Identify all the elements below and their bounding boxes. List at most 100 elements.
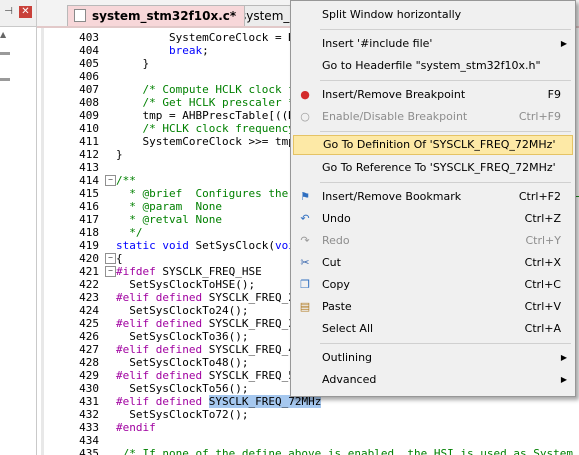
menu-item-label: Advanced <box>322 373 377 386</box>
menu-item-insert-remove-bookmark[interactable]: ⚑ Insert/Remove Bookmark Ctrl+F2 <box>293 186 573 208</box>
line-number: 427 <box>79 343 99 356</box>
fold-toggle-icon[interactable]: − <box>105 253 116 264</box>
left-panel-header: ⊣ ✕ <box>0 0 36 27</box>
code-line[interactable]: 435 /* If none of the define above is en… <box>37 447 577 455</box>
code-token: void <box>162 239 189 252</box>
menu-item-outlining[interactable]: Outlining ▶ <box>293 347 573 369</box>
code-text: SystemCoreClock >>= tmp; <box>116 135 301 148</box>
menu-item-advanced[interactable]: Advanced ▶ <box>293 369 573 391</box>
menu-item-go-to-definition-of-sysclk-freq-72mhz[interactable]: Go To Definition Of 'SYSCLK_FREQ_72MHz' <box>293 135 573 155</box>
code-token: SetSysClockTo24(); <box>116 304 249 317</box>
code-text: } <box>116 148 123 161</box>
code-token: defined <box>155 317 203 330</box>
code-token: #endif <box>116 421 156 434</box>
code-text: /* HCLK clock frequency */ <box>116 122 315 135</box>
line-number: 435 <box>79 447 99 455</box>
menu-item-label: Undo <box>322 212 351 225</box>
code-token: #elif <box>116 369 150 382</box>
paste-icon: ▤ <box>299 300 311 313</box>
menu-item-redo[interactable]: ↷ Redo Ctrl+Y <box>293 230 573 252</box>
menu-separator <box>320 80 571 81</box>
code-text: * @param None <box>116 200 222 213</box>
code-line[interactable]: 433 #endif <box>37 421 577 434</box>
line-number: 426 <box>79 330 99 343</box>
line-number: 414 <box>79 174 99 187</box>
menu-item-shortcut: F9 <box>547 88 561 101</box>
menu-item-go-to-headerfile-system-stm32f10x-h[interactable]: Go to Headerfile "system_stm32f10x.h" <box>293 55 573 77</box>
code-line[interactable]: 434 <box>37 434 577 447</box>
fold-toggle-icon[interactable]: − <box>105 266 116 277</box>
line-number: 424 <box>79 304 99 317</box>
code-token: /* HCLK clock frequency */ <box>116 122 315 135</box>
code-token: SetSysClockTo48(); <box>116 356 249 369</box>
tab-label: system_stm32f10x.c* <box>92 9 237 23</box>
code-token: defined <box>155 343 203 356</box>
code-text: { <box>116 252 123 265</box>
tab-system-stm32f10x-c[interactable]: system_stm32f10x.c* <box>67 5 245 26</box>
scissors-icon: ✂ <box>300 256 310 269</box>
menu-item-undo[interactable]: ↶ Undo Ctrl+Z <box>293 208 573 230</box>
line-number: 410 <box>79 122 99 135</box>
menu-item-label: Go To Reference To 'SYSCLK_FREQ_72MHz' <box>322 161 556 174</box>
code-token: SetSysClock( <box>188 239 275 252</box>
menu-item-enable-disable-breakpoint[interactable]: ○ Enable/Disable Breakpoint Ctrl+F9 <box>293 106 573 128</box>
scroll-up-icon[interactable]: ▲ <box>0 30 6 39</box>
code-text: break; <box>116 44 209 57</box>
code-token: defined <box>155 291 203 304</box>
line-number: 404 <box>79 44 99 57</box>
line-number: 431 <box>79 395 99 408</box>
code-text: /** <box>116 174 136 187</box>
code-token: SetSysClockToHSE(); <box>116 278 256 291</box>
code-text: static void SetSysClock(void) <box>116 239 308 252</box>
line-number: 408 <box>79 96 99 109</box>
line-number: 413 <box>79 161 99 174</box>
menu-separator <box>320 182 571 183</box>
menu-item-go-to-reference-to-sysclk-freq-72mhz[interactable]: Go To Reference To 'SYSCLK_FREQ_72MHz' <box>293 157 573 179</box>
code-token: * @retval None <box>116 213 222 226</box>
code-text: SetSysClockTo36(); <box>116 330 248 343</box>
line-number: 434 <box>79 434 99 447</box>
close-icon[interactable]: ✕ <box>19 6 32 18</box>
menu-item-copy[interactable]: ❐ Copy Ctrl+C <box>293 274 573 296</box>
line-number: 418 <box>79 226 99 239</box>
line-number: 415 <box>79 187 99 200</box>
line-number: 423 <box>79 291 99 304</box>
menu-item-shortcut: Ctrl+Y <box>525 234 561 247</box>
code-token: * @param None <box>116 200 222 213</box>
menu-item-cut[interactable]: ✂ Cut Ctrl+X <box>293 252 573 274</box>
menu-item-split-window-horizontally[interactable]: Split Window horizontally <box>293 4 573 26</box>
code-token: SetSysClockTo72(); <box>116 408 249 421</box>
code-token: SystemCoreClock >>= tmp; <box>116 135 302 148</box>
menu-item-shortcut: Ctrl+Z <box>524 212 561 225</box>
pin-icon[interactable]: ⊣ <box>2 6 15 18</box>
menu-item-insert-include-file[interactable]: Insert '#include file' ▶ <box>293 33 573 55</box>
fold-toggle-icon[interactable]: − <box>105 175 116 186</box>
menu-item-select-all[interactable]: Select All Ctrl+A <box>293 318 573 340</box>
redo-icon: ↷ <box>300 234 310 247</box>
menu-item-insert-remove-breakpoint[interactable]: ● Insert/Remove Breakpoint F9 <box>293 84 573 106</box>
copy-icon: ❐ <box>300 278 310 291</box>
code-text: } <box>116 57 149 70</box>
submenu-arrow-icon: ▶ <box>560 353 567 362</box>
menu-item-label: Outlining <box>322 351 373 364</box>
code-token: defined <box>155 369 203 382</box>
line-number: 429 <box>79 369 99 382</box>
code-token: break <box>168 44 203 57</box>
code-token: #elif <box>116 317 150 330</box>
code-token: static <box>116 239 156 252</box>
code-token: SetSysClockTo56(); <box>116 382 249 395</box>
menu-item-shortcut: Ctrl+F2 <box>518 190 561 203</box>
line-number: 420 <box>79 252 99 265</box>
line-number: 417 <box>79 213 99 226</box>
menu-separator <box>320 131 571 132</box>
menu-item-label: Split Window horizontally <box>322 8 462 21</box>
menu-item-paste[interactable]: ▤ Paste Ctrl+V <box>293 296 573 318</box>
code-line[interactable]: 432 SetSysClockTo72(); <box>37 408 577 421</box>
code-token: ; <box>202 44 209 57</box>
code-token: /* If none of the define above is enable… <box>116 447 579 455</box>
line-number: 419 <box>79 239 99 252</box>
code-token: SYSCLK_FREQ_HSE <box>155 265 262 278</box>
